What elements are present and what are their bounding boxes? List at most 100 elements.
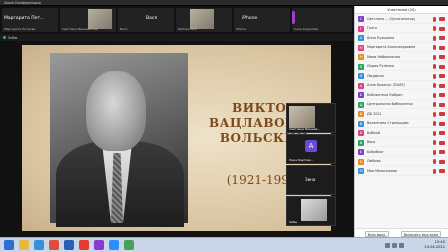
participant-avatar: В [358, 139, 364, 146]
video-off-icon[interactable] [439, 131, 445, 135]
video-off-icon[interactable] [439, 102, 445, 107]
participant-avatar: Д [358, 111, 364, 117]
participant-row[interactable]: Д ДБ 2021 [355, 109, 448, 119]
video-off-icon[interactable] [439, 17, 445, 21]
participant-row[interactable]: Б Бибиблог [355, 147, 448, 157]
video-off-icon[interactable] [439, 26, 445, 31]
browser-icon[interactable] [34, 240, 44, 250]
tile-label: Лена Картовк... [289, 158, 314, 162]
participant-row[interactable]: Б Библиотека Кобрин [355, 90, 448, 100]
video-tile[interactable]: Маргарита Пет... Маргарита Петрова [2, 8, 58, 32]
camera-feed [301, 199, 327, 221]
participant-name: Валентина Стрельцова [367, 121, 409, 125]
folder-icon[interactable] [19, 240, 29, 250]
participants-list: С Светлана ... (Организатор) Г Грэга А Анна К… [355, 14, 448, 176]
start-icon[interactable] [4, 240, 14, 250]
mic-muted-icon[interactable] [433, 64, 436, 69]
taskbar: 15:40 24.04.2021 [0, 237, 448, 252]
mic-muted-icon[interactable] [433, 111, 436, 117]
mic-muted-icon[interactable] [433, 54, 436, 60]
avatar: A [305, 140, 317, 152]
participant-row[interactable]: Ц Центральная библиотека [355, 100, 448, 109]
participant-name: Лидия Рулёнка [367, 64, 395, 68]
video-tile[interactable]: iPhone iPhone [234, 8, 290, 32]
mini-video-tile[interactable]: Светлана Вишнев... [286, 103, 336, 133]
mic-muted-icon[interactable] [433, 35, 436, 41]
mic-muted-icon[interactable] [433, 16, 436, 22]
participant-row[interactable]: М Мая Мельникова [355, 166, 448, 176]
participant-row[interactable]: Л Людмила [355, 71, 448, 81]
tile-label: Светлана Вишнев... [289, 127, 321, 131]
mini-video-tile[interactable]: A Лена Картовк... [286, 134, 336, 164]
mic-muted-icon[interactable] [433, 149, 436, 155]
video-off-icon[interactable] [439, 121, 445, 126]
participant-row[interactable]: Г Грэга [355, 24, 448, 33]
mini-video-tile[interactable]: Зибы [286, 196, 336, 226]
yandex-icon[interactable] [79, 240, 89, 250]
video-tile[interactable]: Вася Вася [118, 8, 174, 32]
participant-row[interactable]: А Анна Кузьмина [355, 33, 448, 43]
participant-row[interactable]: В Вася [355, 138, 448, 147]
tile-label: Библиотека [178, 27, 197, 31]
music-icon[interactable] [94, 240, 104, 250]
video-off-icon[interactable] [439, 83, 445, 88]
tile-name: Маргарита Пет... [4, 16, 45, 21]
mic-muted-icon[interactable] [433, 102, 436, 107]
video-off-icon[interactable] [439, 112, 445, 116]
video-off-icon[interactable] [439, 45, 445, 50]
app-icon[interactable] [124, 240, 134, 250]
participant-row[interactable]: М Мила Набережная [355, 52, 448, 62]
participant-row[interactable]: М Маргарита Александровна [355, 43, 448, 52]
mute-all-button[interactable]: Всех выкл. [365, 230, 390, 237]
volume-icon[interactable] [392, 243, 397, 248]
zoom-icon[interactable] [109, 240, 119, 250]
participant-row[interactable]: Л Любовь [355, 157, 448, 166]
video-off-icon[interactable] [439, 55, 445, 59]
participant-name: Анна Кузьмина [367, 35, 395, 40]
video-tile[interactable]: A Анна Кирилова [292, 8, 352, 32]
word-icon[interactable] [64, 240, 74, 250]
participant-avatar: Б [358, 130, 364, 136]
clock-date: 24.04.2021 [424, 245, 445, 249]
participant-row[interactable]: Б Бибкой [355, 128, 448, 138]
participant-avatar: М [358, 54, 364, 60]
participant-name: Людмила [367, 73, 384, 78]
network-icon[interactable] [385, 243, 390, 248]
video-off-icon[interactable] [439, 159, 445, 164]
mic-muted-icon[interactable] [433, 159, 436, 164]
unmute-all-button[interactable]: Включить звук всем [401, 230, 441, 237]
mic-muted-icon[interactable] [433, 130, 436, 136]
mic-muted-icon[interactable] [433, 121, 436, 126]
language-icon[interactable] [399, 243, 404, 248]
video-tile[interactable]: Библиотека [176, 8, 232, 32]
video-off-icon[interactable] [439, 93, 445, 97]
video-off-icon[interactable] [439, 150, 445, 154]
mic-muted-icon[interactable] [433, 83, 436, 88]
tile-label: Светлана Вишневская [62, 27, 98, 31]
video-off-icon[interactable] [439, 36, 445, 40]
mini-video-tile[interactable]: Зина [286, 165, 336, 195]
mic-muted-icon[interactable] [433, 92, 436, 98]
participant-row[interactable]: Л Лидия Рулёнка [355, 62, 448, 71]
mic-muted-icon[interactable] [433, 73, 436, 79]
participant-row[interactable]: В Валентина Стрельцова [355, 119, 448, 128]
tile-label: Маргарита Петрова [4, 27, 36, 31]
participants-footer: Всех выкл. Включить звук всем [355, 228, 448, 237]
participant-avatar: А [358, 35, 364, 41]
participant-name: Бибкой [367, 130, 380, 135]
participant-row[interactable]: С Светлана ... (Организатор) [355, 14, 448, 24]
mic-muted-icon[interactable] [433, 45, 436, 50]
video-off-icon[interactable] [439, 64, 445, 69]
video-off-icon[interactable] [439, 169, 445, 173]
video-tile[interactable]: Светлана Вишневская [60, 8, 116, 32]
mic-muted-icon[interactable] [433, 168, 436, 174]
participant-row[interactable]: А Алла Кравчук (ПАЛЕ) [355, 81, 448, 90]
participant-name: Маргарита Александровна [367, 45, 416, 49]
chrome-icon[interactable] [49, 240, 59, 250]
video-off-icon[interactable] [439, 74, 445, 78]
taskbar-clock[interactable]: 15:40 24.04.2021 [424, 240, 445, 250]
mic-muted-icon[interactable] [433, 26, 436, 31]
mic-muted-icon[interactable] [433, 140, 436, 145]
tile-label: iPhone [236, 27, 247, 31]
video-off-icon[interactable] [439, 140, 445, 145]
